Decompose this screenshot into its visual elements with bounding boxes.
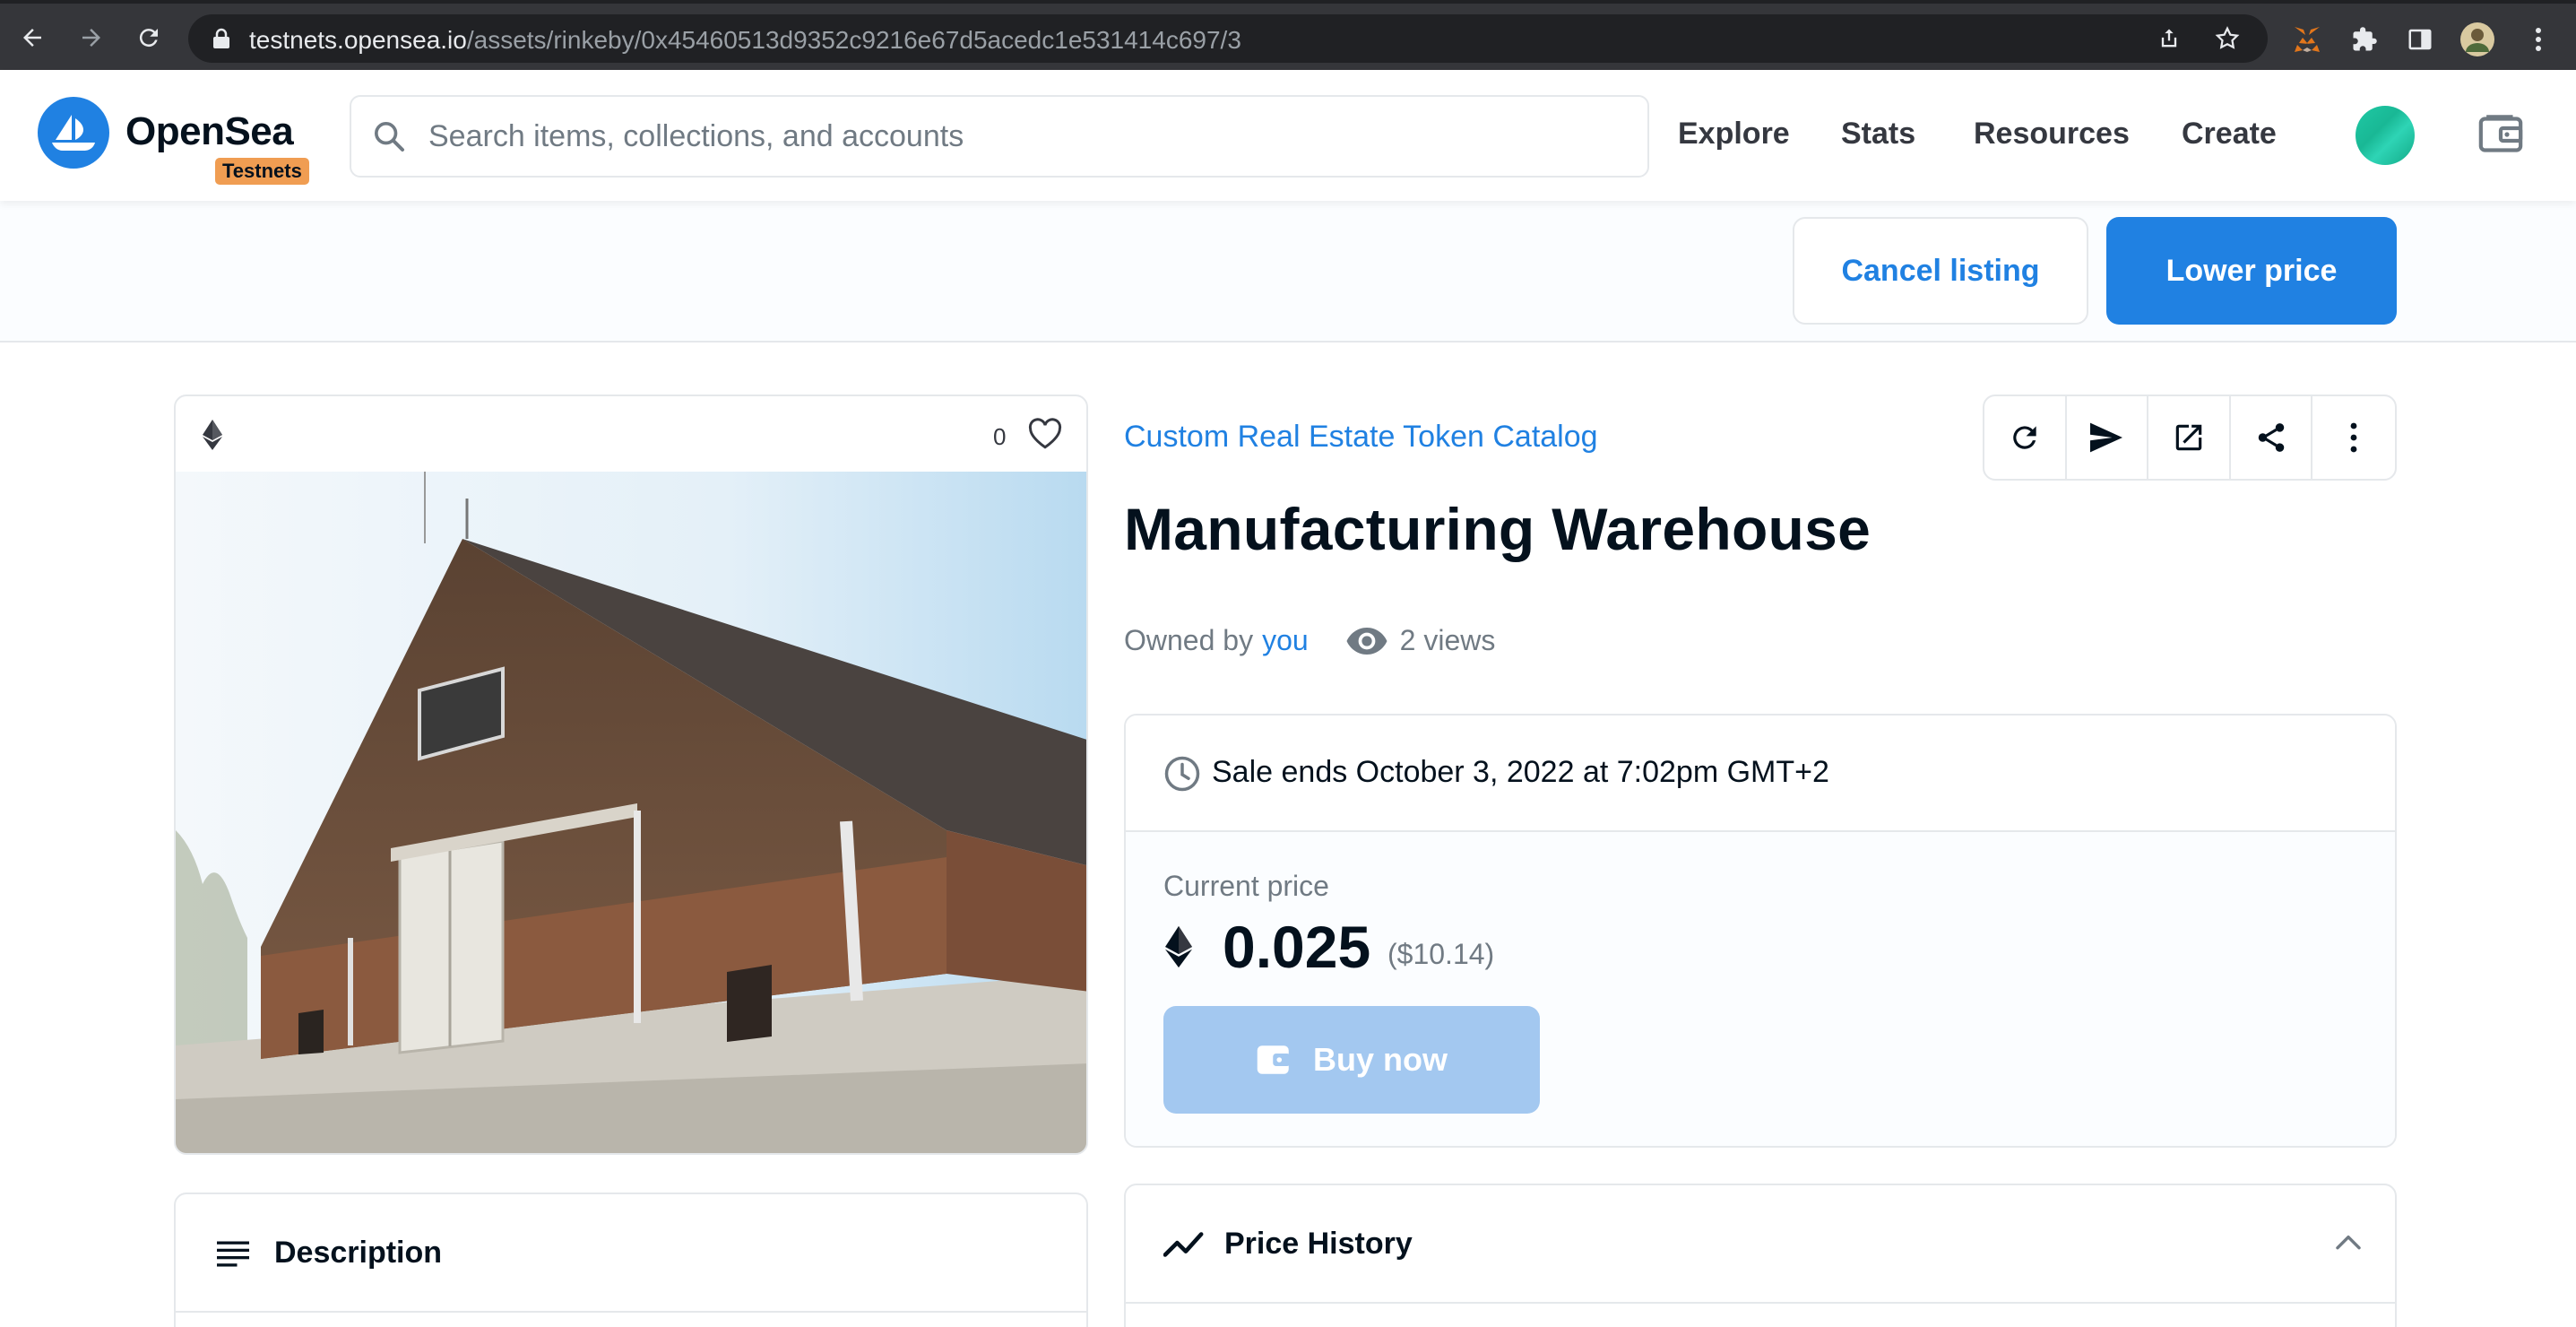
- image-card-header: 0: [176, 396, 1086, 472]
- lock-icon: [213, 28, 229, 48]
- chrome-menu-icon[interactable]: [2520, 22, 2556, 57]
- bookmark-star-icon[interactable]: [2214, 25, 2241, 52]
- description-panel: Description: [174, 1193, 1088, 1327]
- chevron-up-icon[interactable]: [2334, 1232, 2363, 1252]
- favorite-heart-icon[interactable]: [1027, 418, 1063, 450]
- search-icon: [375, 122, 404, 152]
- browser-toolbar: testnets.opensea.io/assets/rinkeby/0x454…: [0, 0, 2576, 70]
- price-history-panel: Price History: [1124, 1184, 2397, 1327]
- back-icon[interactable]: [14, 20, 50, 56]
- side-panel-icon[interactable]: [2402, 22, 2438, 57]
- more-options-icon[interactable]: [2312, 396, 2395, 479]
- price-value: 0.025: [1223, 914, 1371, 980]
- refresh-icon[interactable]: [1984, 396, 2067, 479]
- owner-link[interactable]: you: [1262, 624, 1309, 657]
- testnets-badge: Testnets: [215, 158, 309, 185]
- asset-title: Manufacturing Warehouse: [1124, 496, 1871, 562]
- price-history-header[interactable]: Price History: [1126, 1185, 2395, 1304]
- current-price-label: Current price: [1163, 870, 1329, 902]
- wallet-icon[interactable]: [2476, 109, 2526, 164]
- owned-by-label: Owned by: [1124, 624, 1254, 656]
- profile-avatar[interactable]: [2459, 22, 2495, 57]
- share-page-icon[interactable]: [2157, 26, 2182, 51]
- description-title: Description: [274, 1236, 443, 1270]
- sale-end-text: Sale ends October 3, 2022 at 7:02pm GMT+…: [1212, 755, 1829, 789]
- nav-resources[interactable]: Resources: [1974, 117, 2130, 152]
- view-count: 2 views: [1399, 624, 1496, 656]
- ethereum-icon: [203, 420, 222, 450]
- nav-explore[interactable]: Explore: [1678, 117, 1790, 152]
- ownership-line: Owned by you 2 views: [1124, 624, 1495, 657]
- metamask-extension-icon[interactable]: [2289, 22, 2325, 57]
- warehouse-photo[interactable]: [176, 472, 1088, 1155]
- trending-line-icon: [1163, 1232, 1204, 1257]
- extensions-puzzle-icon[interactable]: [2347, 22, 2382, 57]
- ethereum-icon: [1165, 925, 1192, 968]
- nav-create[interactable]: Create: [2182, 117, 2277, 152]
- clock-icon: [1164, 756, 1200, 792]
- forward-icon[interactable]: [73, 20, 109, 56]
- favorite-count: 0: [993, 423, 1007, 450]
- opensea-logo-icon[interactable]: [38, 97, 109, 169]
- address-bar[interactable]: testnets.opensea.io/assets/rinkeby/0x454…: [188, 14, 2268, 63]
- asset-action-toolbar: [1983, 395, 2397, 481]
- owner-action-bar: Cancel listing Lower price: [0, 201, 2576, 343]
- transfer-send-icon[interactable]: [2067, 396, 2149, 479]
- price-history-title: Price History: [1224, 1227, 1413, 1261]
- nav-stats[interactable]: Stats: [1841, 117, 1915, 152]
- logo-text[interactable]: OpenSea: [125, 109, 294, 154]
- url-text: testnets.opensea.io/assets/rinkeby/0x454…: [249, 26, 1241, 54]
- open-external-icon[interactable]: [2148, 396, 2231, 479]
- sale-timer-row: Sale ends October 3, 2022 at 7:02pm GMT+…: [1126, 716, 2395, 832]
- lower-price-button[interactable]: Lower price: [2106, 217, 2397, 325]
- description-header[interactable]: Description: [176, 1194, 1086, 1313]
- search-input[interactable]: [428, 118, 1594, 154]
- cancel-listing-button[interactable]: Cancel listing: [1793, 217, 2088, 325]
- buy-now-button[interactable]: Buy now: [1163, 1006, 1540, 1114]
- buy-now-label: Buy now: [1313, 1041, 1448, 1078]
- sale-panel: Sale ends October 3, 2022 at 7:02pm GMT+…: [1124, 714, 2397, 1148]
- share-icon[interactable]: [2231, 396, 2313, 479]
- site-header: OpenSea Testnets Explore Stats Resources…: [0, 70, 2576, 201]
- account-avatar[interactable]: [2356, 106, 2415, 165]
- wallet-icon: [1256, 1042, 1293, 1078]
- collection-link[interactable]: Custom Real Estate Token Catalog: [1124, 420, 1598, 455]
- price-usd: ($10.14): [1387, 938, 1495, 970]
- asset-image-card: 0: [174, 395, 1088, 1155]
- eye-icon: [1346, 627, 1387, 655]
- subject-lines-icon: [217, 1241, 249, 1267]
- search-bar[interactable]: [350, 95, 1649, 178]
- reload-icon[interactable]: [131, 20, 167, 56]
- price-section: Current price 0.025 ($10.14) Buy now: [1126, 832, 2395, 1146]
